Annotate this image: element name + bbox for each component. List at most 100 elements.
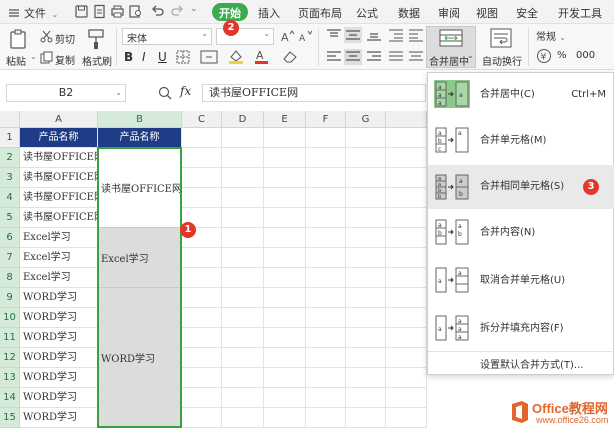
tab-formulas[interactable]: 公式	[356, 5, 378, 21]
menu-item-merge-cells[interactable]: a b c a 合并单元格(M)	[428, 121, 614, 159]
cell-a[interactable]: 读书屋OFFICE网	[20, 148, 98, 168]
cell-a[interactable]: Excel学习	[20, 268, 98, 288]
align-right-icon[interactable]	[366, 50, 382, 64]
underline-icon[interactable]: U	[158, 50, 167, 64]
tab-page-layout[interactable]: 页面布局	[298, 5, 342, 21]
header-cell-a1[interactable]: 产品名称	[20, 128, 98, 148]
export-pdf-icon[interactable]	[92, 4, 107, 19]
cell-a[interactable]: WORD学习	[20, 288, 98, 308]
copy-label[interactable]: 复制	[55, 52, 75, 67]
row-header[interactable]: 11	[0, 328, 20, 348]
align-center-icon[interactable]	[344, 49, 362, 65]
outdent-icon[interactable]	[408, 28, 424, 42]
row-header[interactable]: 5	[0, 208, 20, 228]
row-header[interactable]: 2	[0, 148, 20, 168]
cell-a[interactable]: WORD学习	[20, 408, 98, 428]
paste-icon[interactable]	[8, 28, 28, 50]
menu-item-split-fill[interactable]: a a a a 拆分并填充内容(F)	[428, 309, 614, 347]
justify-icon[interactable]	[388, 50, 404, 64]
wrap-text-label[interactable]: 自动换行	[482, 53, 522, 68]
row-header[interactable]: 7	[0, 248, 20, 268]
column-header-h[interactable]	[386, 111, 427, 128]
bold-icon[interactable]: B	[124, 50, 133, 64]
cell-a[interactable]: WORD学习	[20, 368, 98, 388]
cell-a[interactable]: 读书屋OFFICE网	[20, 168, 98, 188]
tab-security[interactable]: 安全	[516, 5, 538, 21]
align-top-icon[interactable]	[326, 28, 342, 42]
font-name-select[interactable]: 宋体 ⌄	[122, 28, 212, 45]
tab-review[interactable]: 审阅	[438, 5, 460, 21]
font-grow-icon[interactable]: A	[280, 29, 294, 43]
number-format-select[interactable]: 常规 ⌄	[536, 28, 566, 43]
name-box[interactable]: B2 ⌄	[6, 84, 126, 102]
cell-a[interactable]: WORD学习	[20, 328, 98, 348]
align-middle-icon[interactable]	[344, 27, 362, 43]
eraser-icon[interactable]	[282, 49, 300, 64]
copy-icon[interactable]	[40, 51, 53, 64]
tab-home[interactable]: 开始	[212, 3, 248, 21]
chevron-down-icon[interactable]: ⌄	[190, 4, 198, 14]
distributed-icon[interactable]	[408, 50, 424, 64]
cell-a[interactable]: 读书屋OFFICE网	[20, 208, 98, 228]
italic-icon[interactable]: I	[142, 50, 146, 64]
merge-center-button[interactable]: 合并居中 ⌄	[426, 26, 476, 68]
column-header-b[interactable]: B	[98, 111, 182, 128]
format-painter-label[interactable]: 格式刷	[82, 53, 112, 68]
fx-icon[interactable]: fx	[180, 84, 191, 98]
merged-cell-b9[interactable]: WORD学习	[98, 288, 182, 428]
merged-cell-b6[interactable]: Excel学习	[98, 228, 182, 288]
redo-icon[interactable]	[170, 4, 185, 19]
row-header[interactable]: 3	[0, 168, 20, 188]
chevron-down-icon[interactable]: ⌄	[30, 52, 37, 61]
menu-item-unmerge[interactable]: a a 取消合并单元格(U)	[428, 261, 614, 299]
row-header[interactable]: 12	[0, 348, 20, 368]
font-color-icon[interactable]: A	[254, 49, 270, 64]
print-preview-icon[interactable]	[128, 4, 143, 19]
border-icon[interactable]	[176, 50, 194, 64]
zoom-icon[interactable]	[158, 86, 172, 100]
cell-a[interactable]: Excel学习	[20, 228, 98, 248]
column-header-d[interactable]: D	[222, 111, 264, 128]
column-header-g[interactable]: G	[346, 111, 386, 128]
empty-cells[interactable]	[182, 128, 427, 428]
merge-cells-icon[interactable]	[200, 50, 220, 64]
thousands-icon[interactable]: 000	[576, 50, 595, 61]
menu-item-merge-center[interactable]: a a a a 合并居中(C) Ctrl+M	[428, 75, 614, 113]
merged-cell-b2[interactable]: 读书屋OFFICE网	[98, 148, 182, 228]
format-painter-icon[interactable]	[86, 28, 106, 50]
paste-label[interactable]: 粘贴	[6, 53, 26, 68]
cell-a[interactable]: WORD学习	[20, 348, 98, 368]
row-header[interactable]: 10	[0, 308, 20, 328]
undo-icon[interactable]	[150, 4, 165, 19]
currency-icon[interactable]: ¥	[536, 48, 552, 64]
row-header[interactable]: 14	[0, 388, 20, 408]
formula-input[interactable]: 读书屋OFFICE网	[202, 84, 426, 102]
cell-a[interactable]: WORD学习	[20, 388, 98, 408]
cut-label[interactable]: 剪切	[55, 31, 75, 46]
align-bottom-icon[interactable]	[366, 28, 382, 42]
save-icon[interactable]	[74, 4, 89, 19]
column-header-e[interactable]: E	[264, 111, 306, 128]
row-header[interactable]: 1	[0, 128, 20, 148]
row-header[interactable]: 6	[0, 228, 20, 248]
tab-developer[interactable]: 开发工具	[558, 5, 602, 21]
percent-icon[interactable]: %	[557, 50, 567, 61]
tab-insert[interactable]: 插入	[258, 5, 280, 21]
cell-a[interactable]: 读书屋OFFICE网	[20, 188, 98, 208]
row-header[interactable]: 9	[0, 288, 20, 308]
fill-color-icon[interactable]	[228, 49, 246, 64]
row-header[interactable]: 13	[0, 368, 20, 388]
cell-a[interactable]: Excel学习	[20, 248, 98, 268]
row-header[interactable]: 8	[0, 268, 20, 288]
tab-view[interactable]: 视图	[476, 5, 498, 21]
wrap-text-icon[interactable]	[490, 28, 512, 48]
row-header[interactable]: 4	[0, 188, 20, 208]
row-header[interactable]: 15	[0, 408, 20, 428]
indent-icon[interactable]	[388, 28, 404, 42]
header-cell-b1[interactable]: 产品名称	[98, 128, 182, 148]
column-header-a[interactable]: A	[20, 111, 98, 128]
select-all-corner[interactable]	[0, 111, 20, 128]
print-icon[interactable]	[110, 4, 125, 19]
font-shrink-icon[interactable]: A	[298, 29, 312, 43]
column-header-c[interactable]: C	[182, 111, 222, 128]
